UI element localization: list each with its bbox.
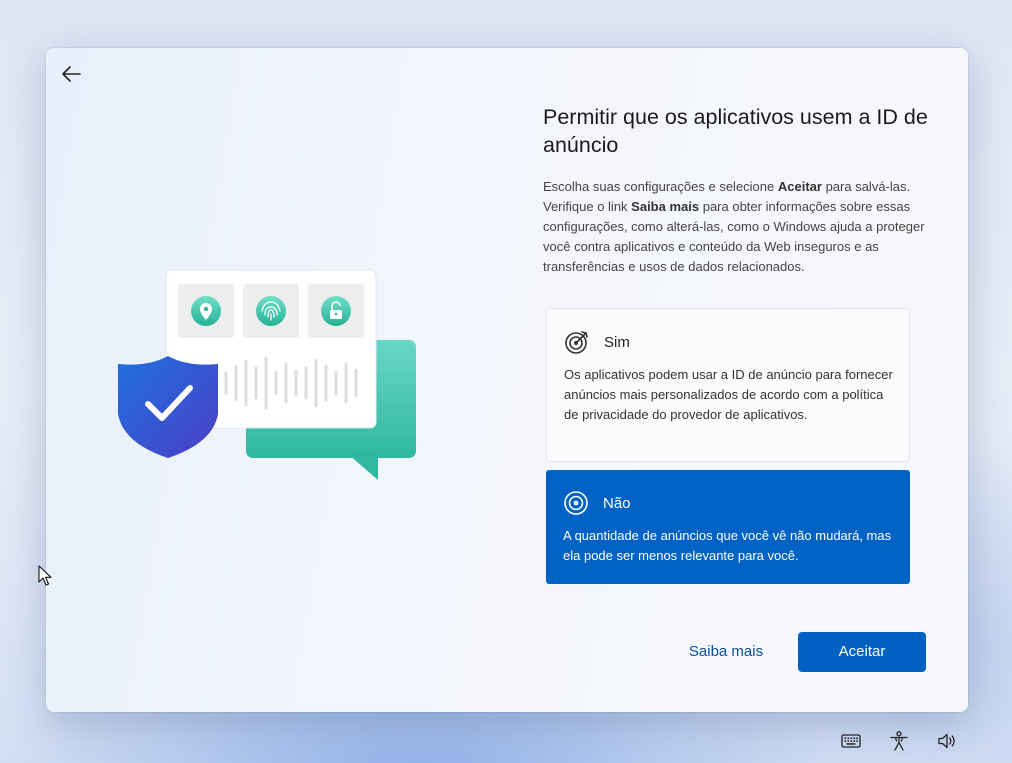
option-no-text: A quantidade de anúncios que você vê não…: [563, 528, 892, 563]
page-title: Permitir que os aplicativos usem a ID de…: [543, 105, 928, 157]
accessibility-button[interactable]: [888, 730, 910, 752]
option-yes-title: Sim: [604, 333, 630, 351]
location-pin-icon: [191, 296, 221, 326]
volume-button[interactable]: [936, 730, 958, 752]
back-button[interactable]: [60, 64, 84, 84]
option-yes[interactable]: Sim Os aplicativos podem usar a ID de an…: [546, 308, 910, 462]
description-bold-accept: Aceitar: [777, 179, 822, 194]
privacy-illustration: [116, 268, 416, 483]
option-no-header: Não: [563, 490, 894, 516]
volume-icon: [938, 733, 955, 749]
description-text: Escolha suas configurações e selecione: [543, 179, 778, 194]
page-description: Escolha suas configurações e selecione A…: [543, 177, 933, 277]
keyboard-button[interactable]: [840, 730, 862, 752]
accept-button[interactable]: Aceitar: [798, 632, 926, 672]
oobe-window: Permitir que os aplicativos usem a ID de…: [46, 48, 968, 712]
option-yes-text: Os aplicativos podem usar a ID de anúnci…: [564, 367, 893, 422]
fingerprint-icon: [256, 296, 286, 326]
back-arrow-icon: [62, 66, 81, 82]
option-no[interactable]: Não A quantidade de anúncios que você vê…: [546, 470, 910, 584]
content-area: Permitir que os aplicativos usem a ID de…: [543, 103, 933, 277]
mouse-cursor-icon: [38, 565, 52, 586]
keyboard-icon: [841, 734, 861, 748]
description-bold-learn-more: Saiba mais: [631, 199, 700, 214]
option-no-title: Não: [603, 494, 631, 512]
learn-more-button[interactable]: Saiba mais: [678, 632, 774, 672]
option-yes-header: Sim: [564, 329, 893, 355]
target-icon: [564, 491, 588, 515]
target-arrow-icon: [565, 331, 588, 354]
unlock-icon: [321, 296, 351, 326]
shield-check-icon: [118, 356, 218, 458]
accessibility-icon: [890, 731, 908, 751]
